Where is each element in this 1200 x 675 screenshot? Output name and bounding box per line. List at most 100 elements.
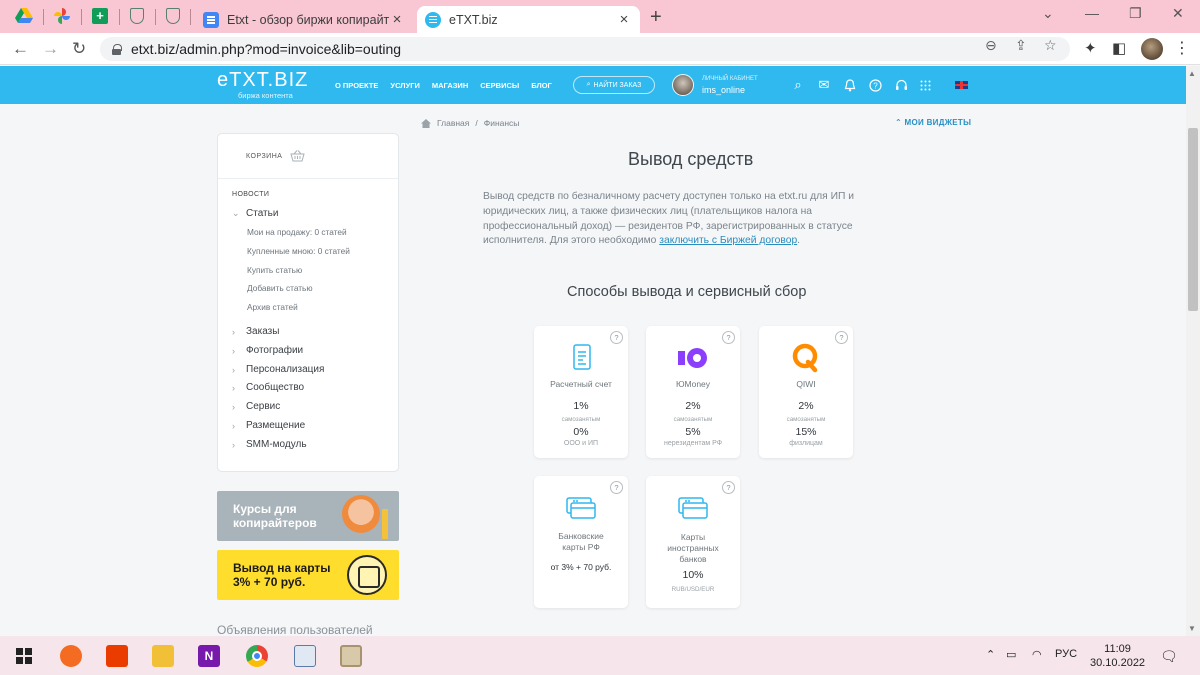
zoom-icon[interactable]: ⊖ xyxy=(985,37,997,54)
user-avatar[interactable] xyxy=(672,74,694,96)
help-icon[interactable]: ? xyxy=(610,331,623,344)
breadcrumb-separator: / xyxy=(475,118,478,128)
google-drive-icon[interactable] xyxy=(14,6,34,26)
cart-link[interactable]: КОРЗИНА xyxy=(246,150,306,162)
uk-flag-icon[interactable] xyxy=(955,81,968,89)
help-icon[interactable]: ? xyxy=(867,77,883,93)
sidebar-item-placement[interactable]: › Размещение xyxy=(232,420,305,431)
method-card-russian-bank-cards[interactable]: ? Банковские карты РФ от 3% + 70 руб. xyxy=(534,476,628,608)
browser-menu-icon[interactable]: ⋮ xyxy=(1174,38,1190,58)
sidebar-sublink-archive[interactable]: Архив статей xyxy=(247,302,298,312)
help-icon[interactable]: ? xyxy=(722,331,735,344)
sidebar-item-smm[interactable]: › SMM-модуль xyxy=(232,439,307,450)
app-icon[interactable] xyxy=(340,645,362,667)
fee-label: самозанятым xyxy=(673,416,713,423)
emblem-icon[interactable] xyxy=(163,6,183,26)
system-clock[interactable]: 11:09 30.10.2022 xyxy=(1090,642,1145,670)
scroll-up-icon[interactable]: ▲ xyxy=(1188,69,1196,78)
scroll-down-icon[interactable]: ▼ xyxy=(1188,624,1196,633)
fee-value: от 3% + 70 руб. xyxy=(550,562,612,572)
lock-icon[interactable] xyxy=(112,43,122,55)
method-name-line: карты РФ xyxy=(562,542,600,552)
method-card-foreign-bank-cards[interactable]: ? Карты иностранных банков 10% RUB/USD/E… xyxy=(646,476,740,608)
forward-icon[interactable]: → xyxy=(42,39,59,59)
help-icon[interactable]: ? xyxy=(835,331,848,344)
minimize-icon[interactable]: — xyxy=(1085,5,1099,21)
close-tab-icon[interactable]: × xyxy=(616,11,632,28)
sidebar-item-articles[interactable]: ⌄ Статьи xyxy=(232,208,278,219)
fee-label: физлицам xyxy=(789,440,823,447)
back-icon[interactable]: ← xyxy=(12,39,29,59)
sidebar-sublink-my-for-sale[interactable]: Мои на продажу: 0 статей xyxy=(247,227,347,237)
menu-item-services[interactable]: УСЛУГИ xyxy=(390,81,419,90)
foreign-card-icon xyxy=(678,497,708,519)
home-icon[interactable] xyxy=(421,118,431,128)
sidebar-sublink-bought[interactable]: Купленные мною: 0 статей xyxy=(247,246,350,256)
help-icon[interactable]: ? xyxy=(610,481,623,494)
address-bar[interactable]: etxt.biz/admin.php?mod=invoice&lib=outin… xyxy=(100,37,1070,61)
method-name-line: банков xyxy=(679,554,707,564)
my-widgets-link[interactable]: ⌃ МОИ ВИДЖЕТЫ xyxy=(895,118,971,127)
menu-item-shop[interactable]: МАГАЗИН xyxy=(432,81,468,90)
notifications-icon[interactable]: 🗨 xyxy=(1160,648,1178,665)
sidebar-item-photos[interactable]: › Фотографии xyxy=(232,345,303,356)
app-office-icon[interactable] xyxy=(106,645,128,667)
breadcrumb-home[interactable]: Главная xyxy=(437,118,469,128)
method-card-qiwi[interactable]: ? QIWI 2% самозанятым 15% физлицам xyxy=(759,326,853,458)
onenote-icon[interactable]: N xyxy=(198,645,220,667)
sidebar-item-service[interactable]: › Сервис xyxy=(232,401,280,412)
cabinet-label: ЛИЧНЫЙ КАБИНЕТ xyxy=(702,76,758,82)
windows-start-icon[interactable] xyxy=(16,648,32,664)
sidebar-item-personalization[interactable]: › Персонализация xyxy=(232,364,324,375)
sidebar-item-label: Сообщество xyxy=(246,382,305,393)
share-icon[interactable]: ⇪ xyxy=(1015,37,1027,54)
tab-search-icon[interactable]: ⌄ xyxy=(1042,5,1054,22)
method-card-yoomoney[interactable]: ? ЮMoney 2% самозанятым 5% нерезидентам … xyxy=(646,326,740,458)
menu-item-tools[interactable]: СЕРВИСЫ xyxy=(480,81,519,90)
extensions-puzzle-icon[interactable]: ✦ xyxy=(1084,39,1097,57)
bell-icon[interactable] xyxy=(842,77,858,93)
courses-banner[interactable]: Курсы для копирайтеров xyxy=(217,491,399,541)
chrome-icon[interactable] xyxy=(246,645,268,667)
bookmark-star-icon[interactable]: ☆ xyxy=(1044,37,1057,54)
file-explorer-icon[interactable] xyxy=(152,645,174,667)
sidebar-sublink-buy-article[interactable]: Купить статью xyxy=(247,265,302,275)
google-photos-icon[interactable] xyxy=(52,6,72,26)
battery-icon[interactable]: ▭ xyxy=(1006,648,1016,661)
font-viewer-icon[interactable] xyxy=(294,645,316,667)
close-tab-icon[interactable]: × xyxy=(389,11,405,28)
app-avast-icon[interactable] xyxy=(60,645,82,667)
reload-icon[interactable]: ↻ xyxy=(72,39,86,59)
help-icon[interactable]: ? xyxy=(722,481,735,494)
tab-etxt-review[interactable]: Etxt - обзор биржи копирайтин × xyxy=(195,6,413,33)
sidebar-news[interactable]: НОВОСТИ xyxy=(232,191,269,198)
sidebar-item-orders[interactable]: › Заказы xyxy=(232,326,279,337)
new-tab-icon[interactable]: + xyxy=(650,6,662,29)
sidebar-item-community[interactable]: › Сообщество xyxy=(232,382,304,393)
language-indicator[interactable]: РУС xyxy=(1055,648,1077,660)
mail-icon[interactable]: ✉ xyxy=(816,77,832,93)
card-withdrawal-banner[interactable]: Вывод на карты 3% + 70 руб. xyxy=(217,550,399,600)
wifi-icon[interactable]: ◠ xyxy=(1032,648,1042,661)
profile-avatar[interactable] xyxy=(1141,38,1163,60)
site-logo[interactable]: eTXT.BIZ xyxy=(217,69,308,92)
restore-icon[interactable]: ❐ xyxy=(1129,5,1142,22)
method-name: ЮMoney xyxy=(675,379,711,389)
close-window-icon[interactable]: ✕ xyxy=(1172,5,1184,22)
menu-item-about[interactable]: О ПРОЕКТЕ xyxy=(335,81,378,90)
apps-grid-icon[interactable] xyxy=(917,77,933,93)
contract-link[interactable]: заключить с Биржей договор xyxy=(659,235,797,246)
method-card-bank-account[interactable]: ? Расчетный счет 1% самозанятым 0% ООО и… xyxy=(534,326,628,458)
emblem-icon[interactable] xyxy=(127,6,147,26)
support-headset-icon[interactable] xyxy=(893,77,909,93)
scrollbar-thumb[interactable] xyxy=(1188,128,1198,311)
find-order-button[interactable]: ⌕ НАЙТИ ЗАКАЗ xyxy=(573,76,655,94)
search-icon[interactable]: ⌕ xyxy=(790,77,806,93)
tab-etxt-biz[interactable]: eTXT.biz × xyxy=(417,6,640,33)
menu-item-blog[interactable]: БЛОГ xyxy=(531,81,552,90)
sidepanel-icon[interactable]: ◧ xyxy=(1112,39,1126,57)
tray-chevron-up-icon[interactable]: ⌃ xyxy=(986,648,995,661)
google-sheets-icon[interactable]: + xyxy=(90,6,110,26)
sidebar-sublink-add-article[interactable]: Добавить статью xyxy=(247,283,313,293)
username[interactable]: ims_online xyxy=(702,85,745,95)
